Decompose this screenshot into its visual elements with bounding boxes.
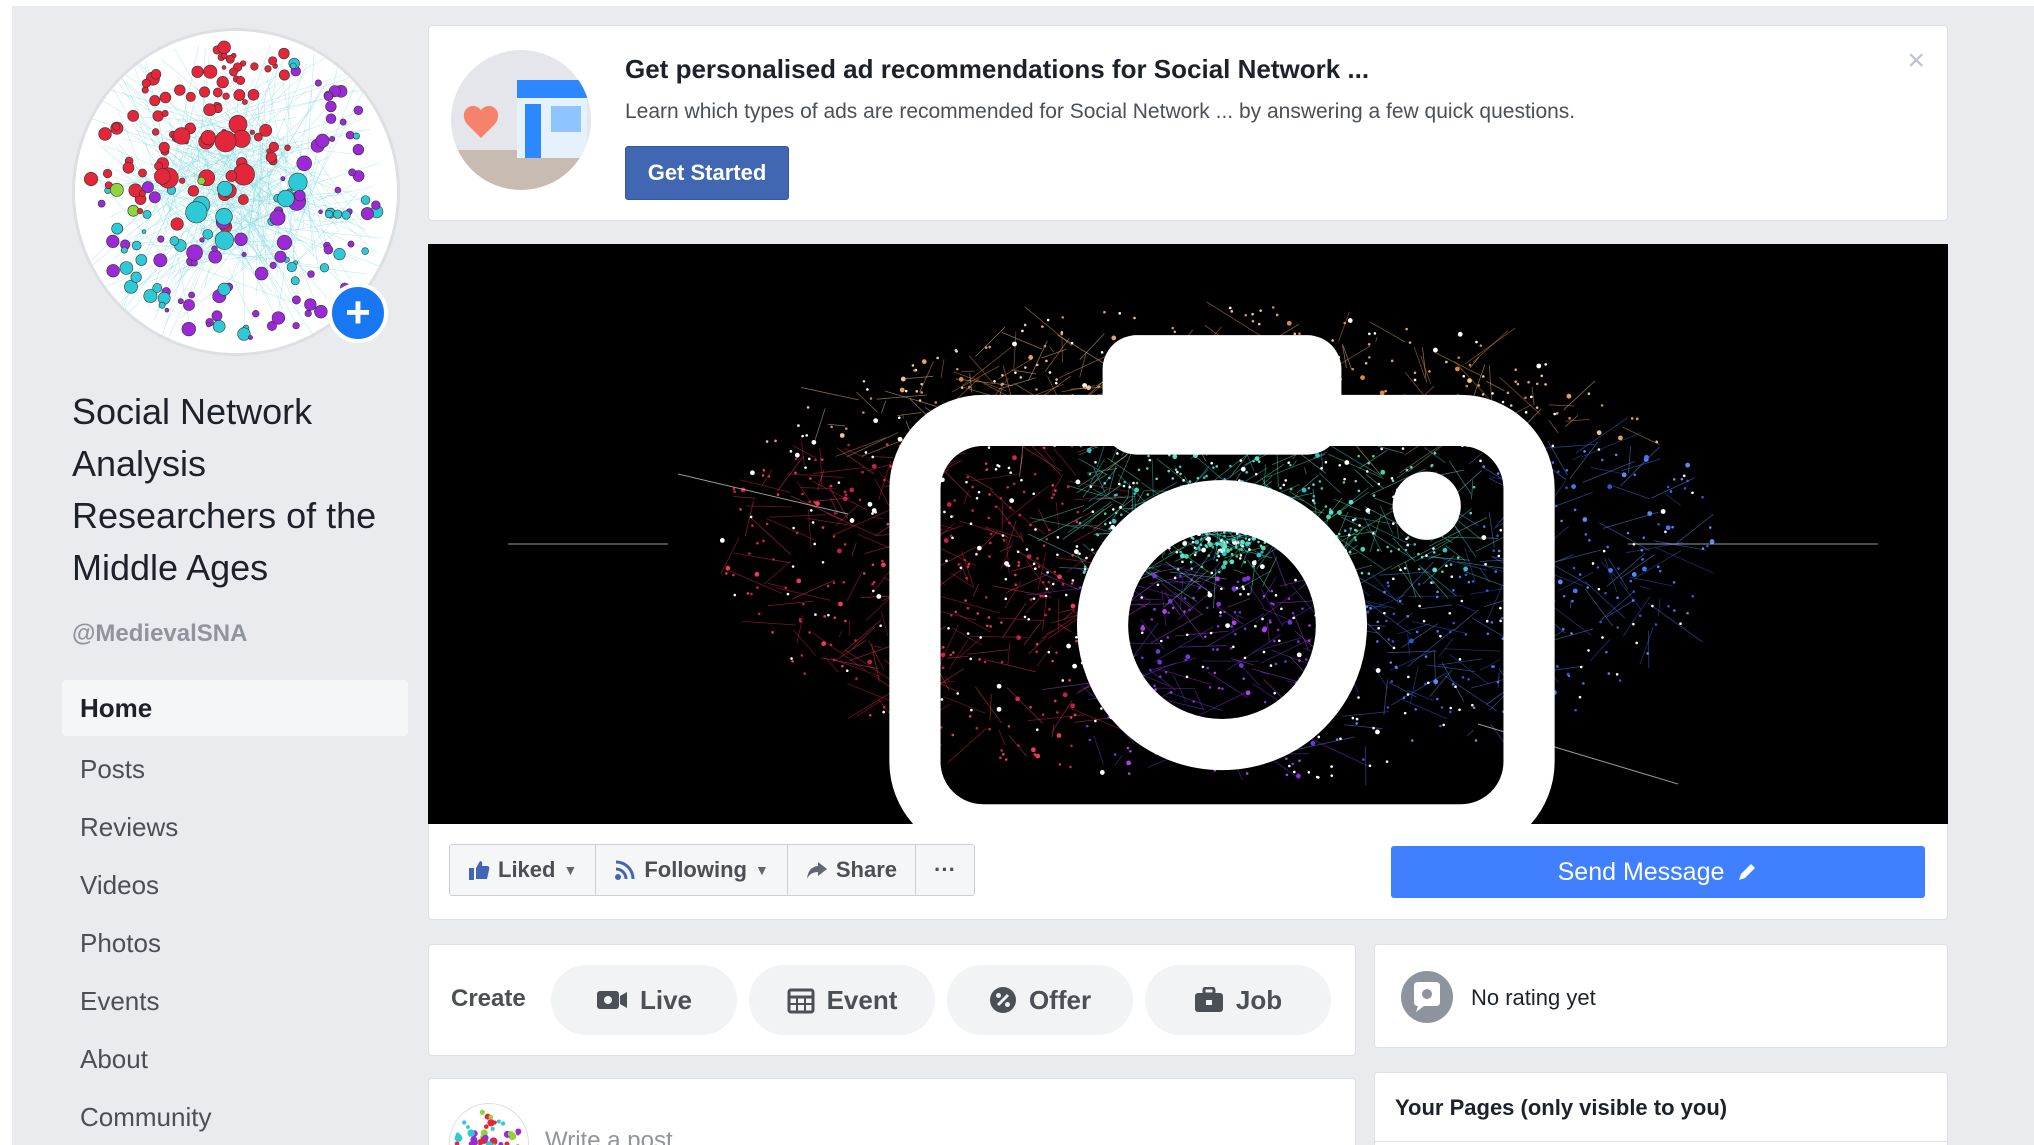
job-label: Job	[1235, 984, 1283, 1015]
pencil-icon	[1739, 864, 1756, 880]
nav-item-reviews[interactable]: Reviews	[62, 798, 408, 856]
rating-status: No rating yet	[1471, 985, 1596, 1010]
share-arrow-icon	[806, 862, 827, 879]
liked-button[interactable]: Liked ▼	[450, 845, 597, 895]
create-job-button[interactable]: Job	[1145, 965, 1331, 1035]
top-strip	[0, 0, 2034, 6]
nav-item-events[interactable]: Events	[62, 972, 408, 1030]
more-options-button[interactable]: ···	[916, 845, 974, 895]
ad-illustration	[451, 50, 591, 190]
send-message-label: Send Message	[1557, 857, 1725, 886]
create-card: Create Live Event Offer Job	[428, 944, 1356, 1056]
write-post-input[interactable]: Write a post...	[545, 1127, 693, 1145]
close-icon[interactable]: ×	[1907, 44, 1925, 78]
page-title: Social Network Analysis Researchers of t…	[72, 391, 377, 588]
post-composer: Write a post...	[428, 1078, 1356, 1145]
composer-avatar	[449, 1103, 529, 1145]
ad-description: Learn which types of ads are recommended…	[625, 100, 1576, 123]
page-actions-group: Liked ▼ Following ▼ Share ···	[449, 844, 975, 896]
rss-feed-icon	[615, 860, 635, 880]
network-graph-thumbnail	[454, 1109, 522, 1145]
more-icon: ···	[934, 857, 956, 882]
create-live-button[interactable]: Live	[551, 965, 737, 1035]
chevron-down-icon: ▼	[563, 862, 578, 878]
page-handle[interactable]: @MedievalSNA	[72, 620, 247, 648]
create-offer-button[interactable]: Offer	[947, 965, 1133, 1035]
nav-item-about[interactable]: About	[62, 1030, 408, 1088]
your-pages-title: Your Pages (only visible to you)	[1395, 1095, 1728, 1120]
create-event-button[interactable]: Event	[749, 965, 935, 1035]
following-label: Following	[644, 857, 747, 882]
thumbs-up-icon	[469, 861, 490, 880]
add-profile-picture-plus-icon[interactable]: +	[328, 283, 388, 343]
get-started-button[interactable]: Get Started	[625, 146, 789, 200]
rating-card: No rating yet	[1374, 944, 1948, 1048]
live-label: Live	[639, 984, 693, 1015]
create-label: Create	[451, 985, 526, 1012]
ad-title: Get personalised ad recommendations for …	[625, 54, 1370, 84]
nav-item-posts[interactable]: Posts	[62, 740, 408, 798]
offer-tag-icon	[989, 987, 1016, 1013]
cover-photo[interactable]	[428, 244, 1948, 824]
share-label: Share	[835, 857, 897, 882]
nav-item-photos[interactable]: Photos	[62, 914, 408, 972]
calendar-icon	[787, 988, 815, 1014]
camera-icon[interactable]	[462, 284, 1948, 824]
nav-item-home[interactable]: Home	[62, 680, 408, 736]
nav-item-videos[interactable]: Videos	[62, 856, 408, 914]
your-pages-card: Your Pages (only visible to you)	[1374, 1072, 1948, 1145]
liked-label: Liked	[498, 857, 556, 882]
page-frame: + Social Network Analysis Researchers of…	[0, 0, 2034, 1145]
following-button[interactable]: Following ▼	[596, 845, 788, 895]
shop-illustration-icon	[451, 80, 591, 190]
review-bubble-icon	[1401, 971, 1453, 1023]
chevron-down-icon: ▼	[754, 862, 769, 878]
divider	[1375, 1141, 1947, 1142]
share-button[interactable]: Share	[788, 845, 916, 895]
send-message-button[interactable]: Send Message	[1391, 846, 1925, 898]
page-action-bar: Liked ▼ Following ▼ Share ··· Send Messa…	[428, 824, 1948, 920]
page-nav: Home Posts Reviews Videos Photos Events …	[62, 680, 408, 1145]
event-label: Event	[826, 984, 898, 1015]
video-camera-icon	[596, 991, 627, 1009]
ad-recommendation-card: Get personalised ad recommendations for …	[428, 25, 1948, 221]
nav-item-community[interactable]: Community	[62, 1088, 408, 1145]
left-strip	[0, 0, 12, 1145]
briefcase-icon	[1194, 987, 1223, 1012]
offer-label: Offer	[1028, 984, 1092, 1015]
